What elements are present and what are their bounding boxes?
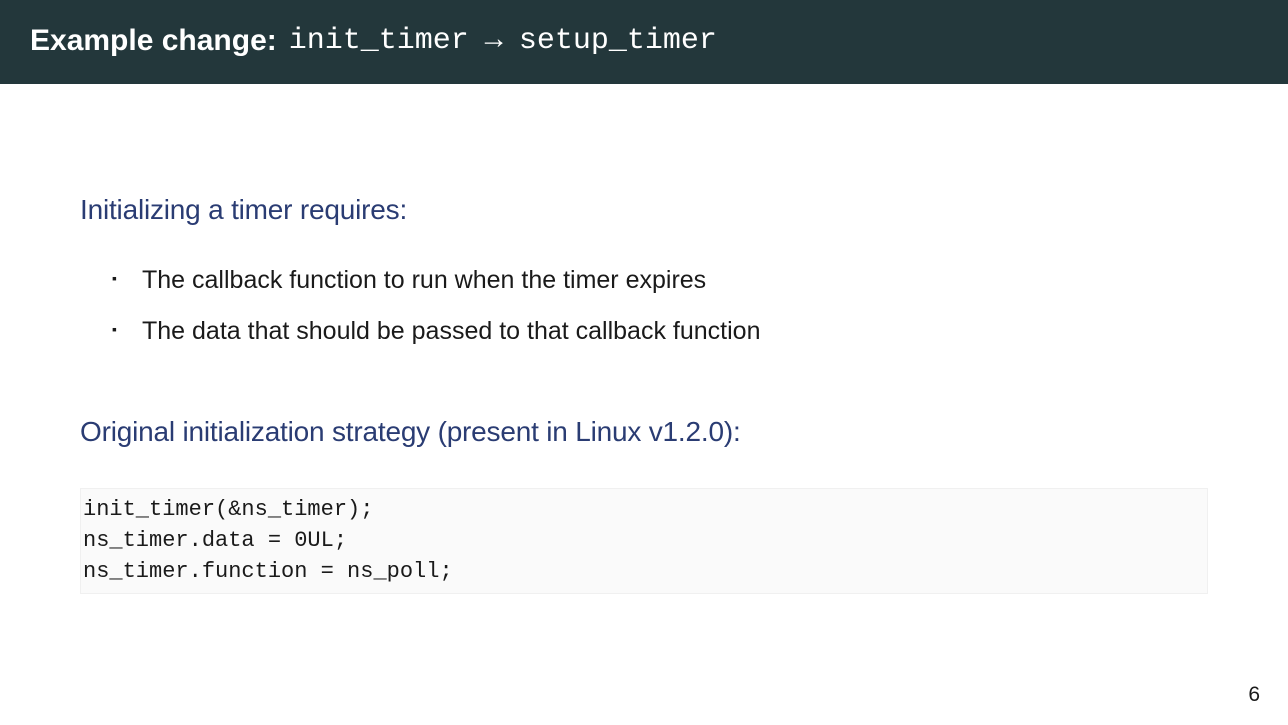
bullet-item: The data that should be passed to that c… [112,317,1208,346]
header-code-to: setup_timer [519,24,717,58]
code-block: init_timer(&ns_timer); ns_timer.data = 0… [80,488,1208,594]
page-number: 6 [1248,683,1260,707]
bullet-list: The callback function to run when the ti… [112,266,1208,346]
header-arrow: → [485,24,503,58]
slide-content: Initializing a timer requires: The callb… [0,84,1288,594]
header-prefix: Example change: [30,24,277,58]
bullet-item: The callback function to run when the ti… [112,266,1208,295]
header-code-from: init_timer [289,24,469,58]
section1-title: Initializing a timer requires: [80,194,1208,226]
slide-header: Example change: init_timer → setup_timer [0,0,1288,84]
section2-title: Original initialization strategy (presen… [80,416,1208,448]
